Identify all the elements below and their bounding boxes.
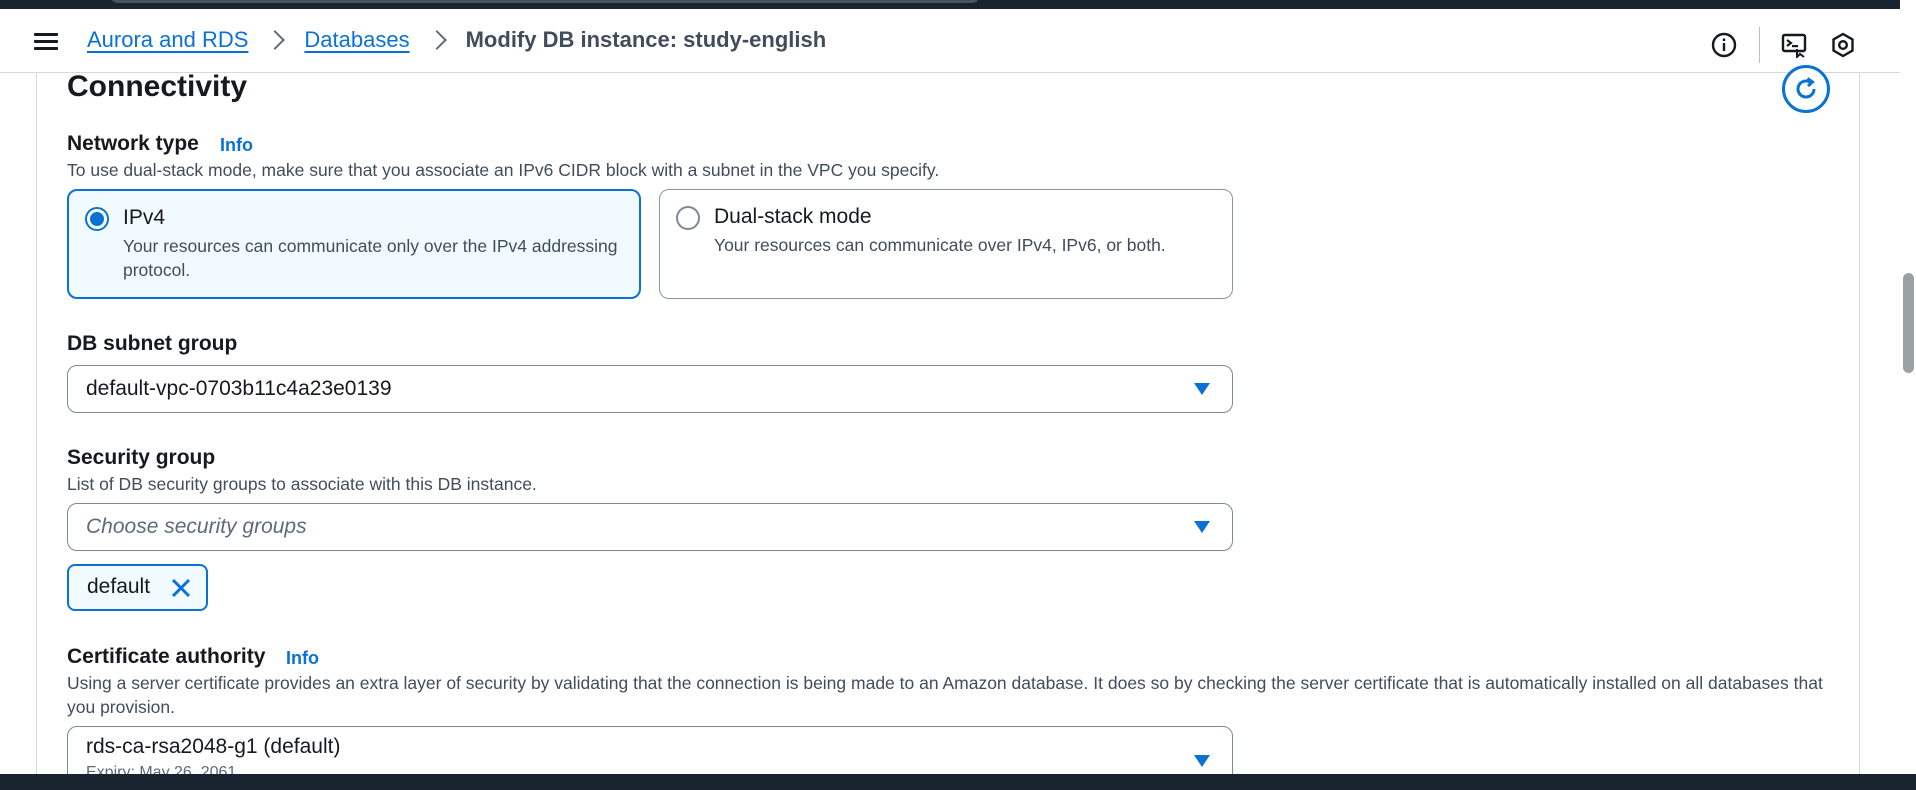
radio-selected[interactable]: [85, 207, 109, 231]
option-title: IPv4: [123, 206, 166, 229]
chevron-right-icon: [426, 30, 447, 50]
breadcrumb-databases[interactable]: Databases: [304, 27, 409, 53]
network-type-option-ipv4[interactable]: IPv4 Your resources can communicate only…: [67, 189, 641, 299]
header-divider: [1759, 27, 1760, 63]
section-title: Connectivity: [67, 70, 248, 103]
db-subnet-group-select[interactable]: default-vpc-0703b11c4a23e0139: [67, 365, 1233, 413]
cloudshell-icon[interactable]: [1780, 30, 1810, 60]
network-type-info-link[interactable]: Info: [220, 135, 253, 156]
option-description: Your resources can communicate over IPv4…: [714, 235, 1166, 255]
option-title: Dual-stack mode: [714, 205, 872, 228]
security-group-token-default: default: [67, 564, 208, 611]
select-placeholder: Choose security groups: [86, 515, 307, 538]
radio-unselected[interactable]: [676, 206, 700, 230]
breadcrumb-aurora-and-rds[interactable]: Aurora and RDS: [87, 27, 248, 53]
vertical-scrollbar[interactable]: [1900, 0, 1916, 790]
db-subnet-group-label: DB subnet group: [67, 332, 238, 355]
breadcrumb-current-page: Modify DB instance: study-english: [465, 27, 827, 52]
header-utility-icons: [1709, 27, 1858, 63]
close-icon[interactable]: [170, 577, 192, 599]
select-value: default-vpc-0703b11c4a23e0139: [86, 377, 392, 400]
address-bar-edge: [110, 0, 980, 3]
caret-down-icon: [1194, 755, 1210, 767]
network-type-option-dual-stack[interactable]: Dual-stack mode Your resources can commu…: [659, 189, 1233, 299]
certificate-authority-label: Certificate authority: [67, 645, 266, 668]
token-label: default: [87, 575, 151, 598]
info-icon[interactable]: [1709, 30, 1739, 60]
security-group-label: Security group: [67, 446, 216, 469]
network-type-label: Network type: [67, 132, 199, 155]
chevron-right-icon: [265, 30, 286, 50]
menu-icon[interactable]: [34, 30, 58, 52]
breadcrumb: Aurora and RDS Databases Modify DB insta…: [87, 27, 826, 53]
caret-down-icon: [1194, 521, 1210, 533]
refresh-button[interactable]: [1782, 65, 1830, 113]
certificate-authority-description: Using a server certificate provides an e…: [67, 673, 1823, 717]
browser-top-strip: [0, 0, 1916, 9]
caret-down-icon: [1194, 383, 1210, 395]
refresh-icon: [1796, 77, 1816, 99]
network-type-description: To use dual-stack mode, make sure that y…: [67, 160, 940, 180]
top-navigation-header: Aurora and RDS Databases Modify DB insta…: [0, 9, 1900, 73]
bottom-bar: [0, 774, 1916, 790]
certificate-authority-info-link[interactable]: Info: [286, 648, 319, 669]
select-value: rds-ca-rsa2048-g1 (default): [86, 735, 341, 758]
scrollbar-thumb[interactable]: [1903, 273, 1914, 373]
option-description: Your resources can communicate only over…: [123, 236, 618, 280]
security-group-multiselect[interactable]: Choose security groups: [67, 503, 1233, 551]
settings-icon[interactable]: [1828, 30, 1858, 60]
security-group-description: List of DB security groups to associate …: [67, 474, 537, 494]
